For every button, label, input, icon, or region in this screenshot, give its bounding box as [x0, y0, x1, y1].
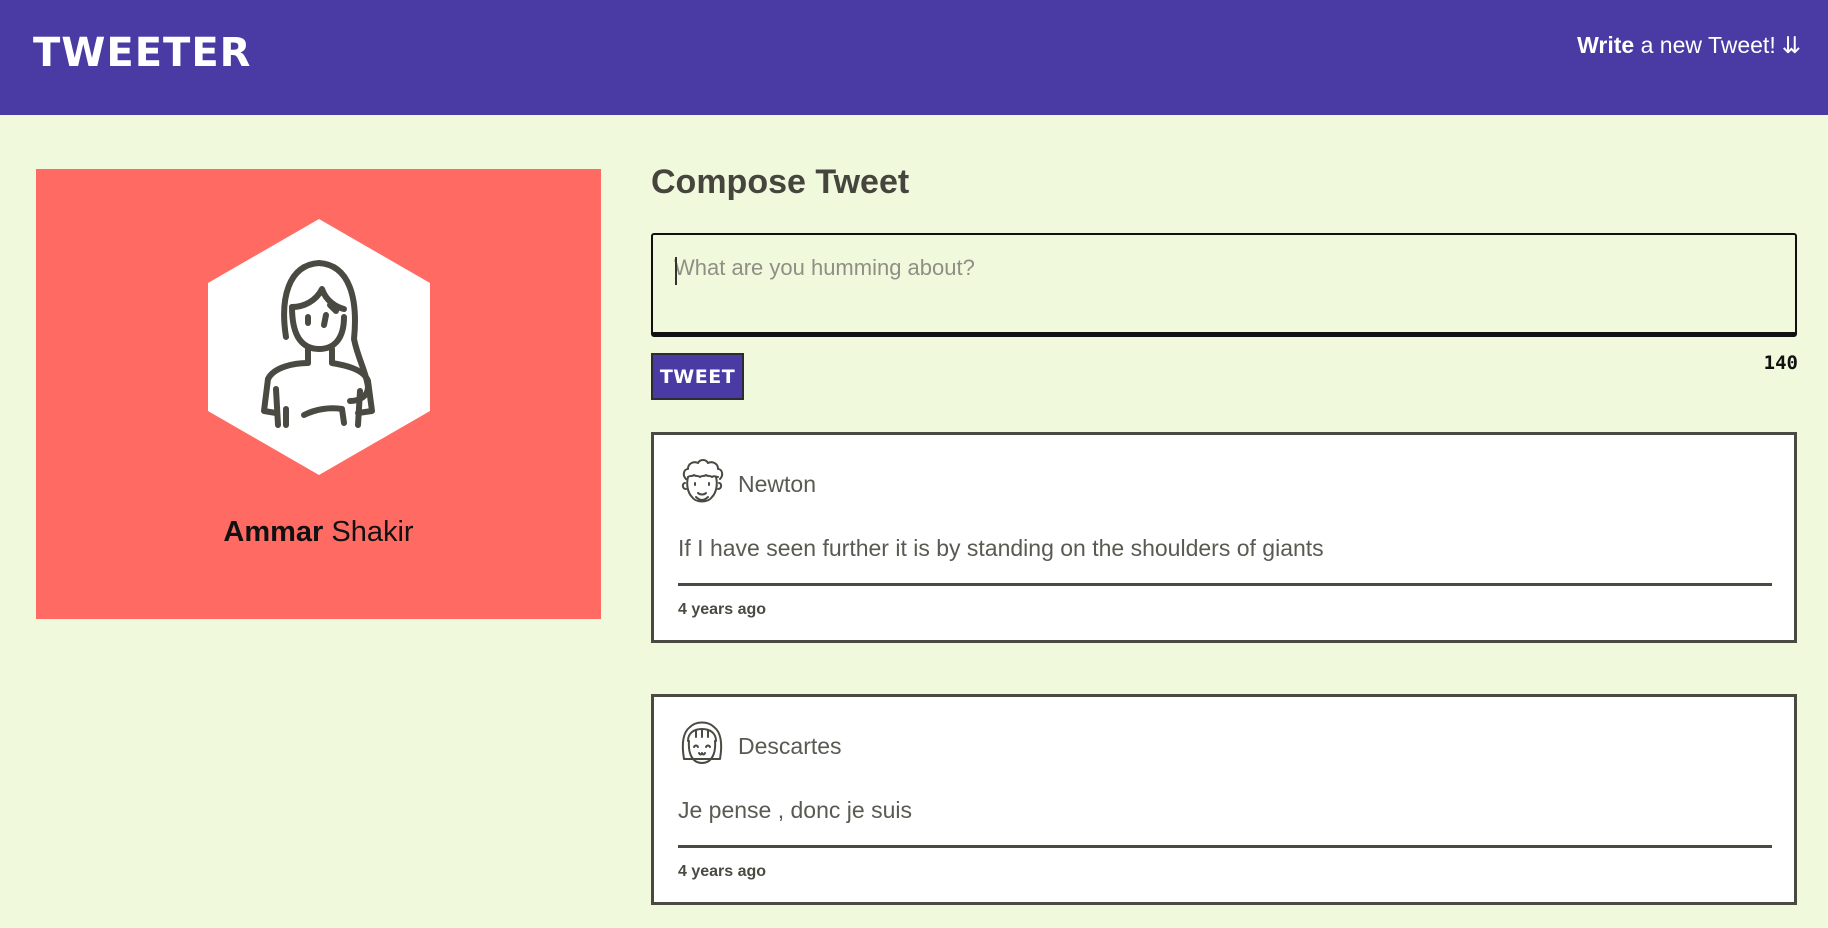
write-link-text: a new Tweet!: [1634, 32, 1776, 58]
tweet-timestamp: 4 years ago: [678, 601, 767, 618]
text-caret: [675, 257, 677, 285]
character-counter: 140: [1763, 352, 1798, 374]
profile-name: Ammar Shakir: [36, 514, 601, 550]
tweet-divider: [678, 583, 1772, 586]
brand-logo[interactable]: TWEETER: [33, 30, 251, 76]
double-down-arrow-icon: ⇊: [1781, 32, 1801, 58]
tweet-card: Newton If I have seen further it is by s…: [651, 432, 1797, 643]
write-link-bold: Write: [1577, 32, 1635, 58]
profile-first-name: Ammar: [223, 516, 324, 548]
profile-last-name: Shakir: [331, 516, 414, 548]
write-new-tweet-link[interactable]: Write a new Tweet! ⇊: [1577, 30, 1801, 60]
woman-avatar-icon: [208, 219, 430, 475]
tweet-author[interactable]: Newton: [738, 469, 816, 499]
tweet-textarea[interactable]: [653, 235, 1795, 332]
tweet-text: If I have seen further it is by standing…: [678, 535, 1324, 561]
tweet-submit-button[interactable]: TWEET: [651, 353, 744, 400]
tweet-author[interactable]: Descartes: [738, 731, 842, 761]
bob-hair-avatar-icon: [678, 719, 726, 771]
tweet-text: Je pense , donc je suis: [678, 797, 912, 823]
tweet-divider: [678, 845, 1772, 848]
curly-hair-man-avatar-icon: [678, 457, 726, 509]
compose-title: Compose Tweet: [651, 163, 910, 201]
compose-field-wrapper: [651, 233, 1797, 337]
profile-card: Ammar Shakir: [36, 169, 601, 619]
tweet-timestamp: 4 years ago: [678, 863, 767, 880]
top-navbar: TWEETER Write a new Tweet! ⇊: [0, 0, 1828, 115]
tweet-card: Descartes Je pense , donc je suis 4 year…: [651, 694, 1797, 905]
